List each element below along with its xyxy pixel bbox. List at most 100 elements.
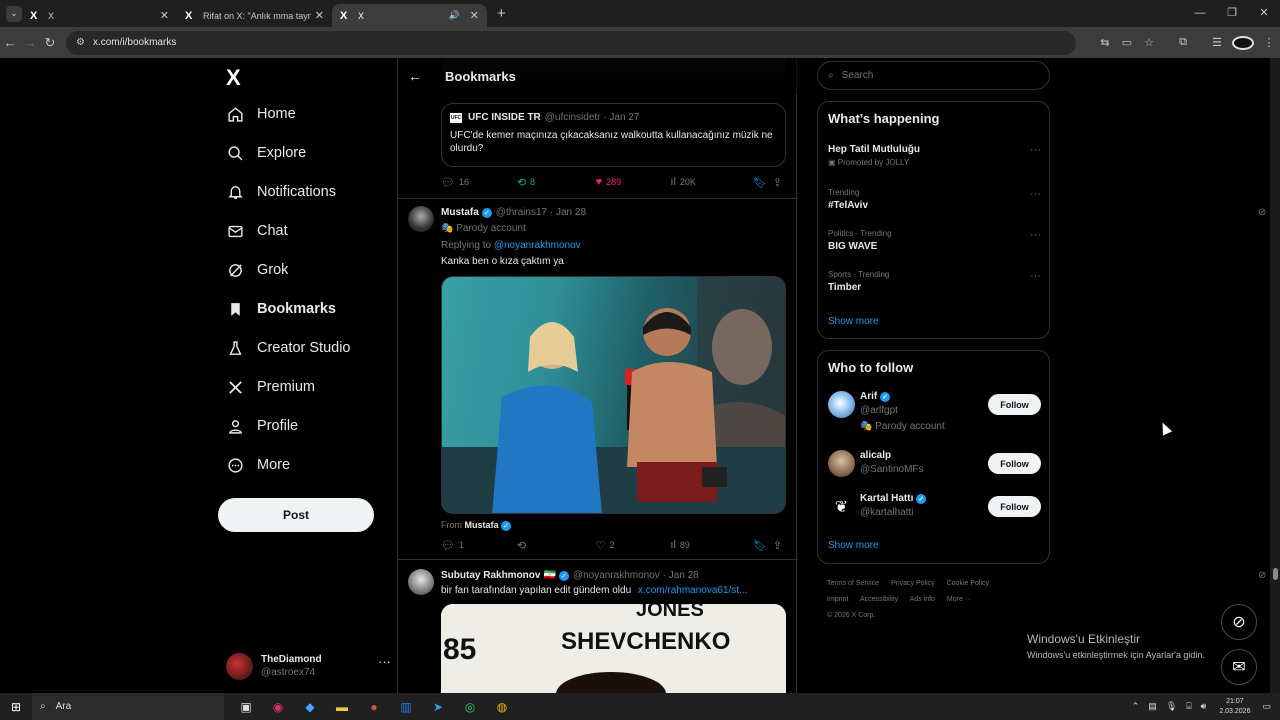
tweet-image[interactable]: JONES 85 SHEVCHENKO [441, 604, 786, 693]
nav-explore[interactable]: Explore [226, 144, 306, 162]
views-button[interactable]: ıl 89 [670, 539, 753, 551]
avatar[interactable] [408, 569, 434, 595]
close-tab-icon[interactable]: ✕ [160, 9, 169, 22]
like-button[interactable]: ♡ 2 [596, 539, 671, 552]
share-button[interactable]: ⇪ [773, 539, 786, 552]
bookmark-toggle[interactable]: 🔖︎ [753, 176, 773, 189]
nav-creator-studio[interactable]: Creator Studio [226, 339, 351, 357]
footer-link[interactable]: Accessibility [860, 596, 898, 603]
footer-link[interactable]: Ads info [910, 596, 935, 603]
search-input[interactable]: ⌕ Search [817, 61, 1050, 90]
show-more-link[interactable]: Show more [828, 540, 879, 551]
replying-to-link[interactable]: @noyanrakhmonov [494, 240, 581, 251]
close-window-icon[interactable]: ✕ [1248, 0, 1280, 27]
site-info-icon[interactable]: ⚙ [76, 37, 85, 48]
footer-link[interactable]: Imprint [827, 596, 848, 603]
tweet-author-name[interactable]: Subutay Rakhmonov [441, 570, 540, 581]
trend-item[interactable]: Trending #TelAviv ··· [828, 188, 1041, 211]
whatsapp-icon[interactable]: ◎ [454, 700, 486, 714]
new-tab-button[interactable]: + [497, 5, 506, 22]
repost-button[interactable]: ⟲ [517, 539, 596, 552]
tweet-date[interactable]: Jan 28 [669, 570, 699, 581]
minimize-icon[interactable]: — [1184, 0, 1216, 27]
footer-link[interactable]: Terms of Service [827, 580, 879, 587]
trend-item[interactable]: Sports · Trending Timber ··· [828, 270, 1041, 293]
trend-item[interactable]: Politics · Trending BIG WAVE ··· [828, 229, 1041, 252]
tweet-author-name[interactable]: Mustafa [441, 207, 479, 218]
follow-button[interactable]: Follow [988, 394, 1041, 415]
network-icon[interactable]: ⌸ [1186, 701, 1191, 712]
share-button[interactable]: ⇪ [773, 176, 786, 189]
views-button[interactable]: ıl 20K [670, 176, 753, 188]
chrome-icon[interactable]: ◍ [486, 700, 518, 714]
browser-tab-1[interactable]: X X ✕ [22, 4, 177, 27]
tweet-handle[interactable]: @noyanrakhmonov [573, 570, 660, 581]
quoted-tweet[interactable]: UFC UFC INSIDE TR @ufcinsidetr · Jan 27 … [441, 103, 786, 167]
translate-icon[interactable]: ⇆ [1094, 36, 1116, 50]
footer-link[interactable]: Privacy Policy [891, 580, 935, 587]
speaker-icon[interactable]: 🔊 [449, 10, 460, 21]
menu-icon[interactable]: ⋮ [1258, 36, 1280, 50]
reply-button[interactable]: 💬︎ 16 [441, 176, 517, 189]
tweet-link[interactable]: x.com/rahmanova61/st... [638, 585, 748, 596]
close-tab-icon[interactable]: ✕ [315, 9, 324, 22]
follow-suggestion[interactable]: ❦ Kartal Hattı ✓ @kartalhatti Follow [828, 493, 1041, 533]
app-icon[interactable]: ● [358, 700, 390, 714]
back-arrow-icon[interactable]: ← [408, 68, 424, 84]
nav-more[interactable]: More [226, 456, 290, 474]
nav-chat[interactable]: Chat [226, 222, 288, 240]
browser-tab-3[interactable]: X X 🔊 ✕ [332, 4, 487, 27]
star-icon[interactable]: ☆ [1138, 36, 1160, 50]
x-logo-icon[interactable]: X [226, 65, 241, 91]
volume-icon[interactable]: 🔊︎ [1201, 701, 1207, 712]
folder-icon[interactable]: ▬ [326, 700, 358, 714]
restore-icon[interactable]: ❐ [1216, 0, 1248, 27]
trend-item[interactable]: Hep Tatil Mutluluğu ▣ Promoted by JOLLY … [828, 144, 1041, 167]
nav-notifications[interactable]: Notifications [226, 183, 336, 201]
microphone-icon[interactable]: 🎙︎ [1166, 701, 1177, 712]
page-scrollbar[interactable] [1270, 58, 1280, 693]
follow-button[interactable]: Follow [988, 496, 1041, 517]
more-options-icon[interactable]: ··· [1030, 188, 1041, 200]
post-button[interactable]: Post [218, 498, 374, 532]
media-icon[interactable]: ☰ [1206, 36, 1228, 50]
tweet-image[interactable] [441, 276, 786, 514]
windows-start-icon[interactable]: ⊞ [0, 700, 32, 714]
forward-icon[interactable]: → [20, 35, 40, 50]
messages-fab-button[interactable]: ✉ [1221, 649, 1257, 685]
grok-icon[interactable]: ⊘ [1258, 570, 1266, 581]
back-icon[interactable]: ← [0, 35, 20, 50]
close-tab-icon[interactable]: ✕ [470, 9, 479, 22]
nav-premium[interactable]: Premium [226, 378, 315, 396]
bookmark-toggle[interactable]: 🔖︎ [753, 539, 773, 552]
extensions-icon[interactable]: ⧉ [1172, 36, 1194, 50]
reply-button[interactable]: 💬︎ 1 [441, 539, 517, 552]
follow-suggestion[interactable]: Arif ✓ @arlfgpt 🎭 Parody account Follow [828, 391, 1041, 432]
follow-button[interactable]: Follow [988, 453, 1041, 474]
footer-link[interactable]: More ··· [947, 596, 972, 603]
like-button[interactable]: ♥ 289 [596, 176, 671, 188]
grok-icon[interactable]: ⊘ [1258, 207, 1266, 218]
app-icon[interactable]: ◆ [294, 700, 326, 714]
grok-fab-button[interactable]: ⊘ [1221, 604, 1257, 640]
nav-bookmarks[interactable]: Bookmarks [226, 300, 336, 318]
follow-suggestion[interactable]: alicalp @SantinoMFs Follow [828, 450, 1041, 490]
reload-icon[interactable]: ↻ [40, 35, 60, 51]
chevron-up-icon[interactable]: ⌃ [1132, 701, 1140, 712]
account-switcher[interactable]: TheDiamond @astroex74 ··· [226, 648, 391, 684]
account-more-icon[interactable]: ··· [378, 654, 391, 669]
footer-link[interactable]: Cookie Policy [947, 580, 989, 587]
clock[interactable]: 21:07 2.03.2026 [1219, 697, 1250, 717]
browser-tab-2[interactable]: X Rifat on X: "Anlık mma taymı hi... ✕ [177, 4, 332, 27]
task-view-icon[interactable]: ▣ [230, 700, 262, 714]
cast-icon[interactable]: ▭ [1116, 36, 1138, 50]
tweet-handle[interactable]: @thrains17 [496, 207, 547, 218]
instagram-icon[interactable]: ◉ [262, 700, 294, 714]
tab-search-button[interactable]: ⌄ [6, 5, 22, 22]
repost-button[interactable]: ⟲ 8 [517, 176, 596, 189]
show-more-link[interactable]: Show more [828, 316, 879, 327]
more-options-icon[interactable]: ··· [1030, 144, 1041, 156]
nav-home[interactable]: Home [226, 105, 296, 123]
from-name[interactable]: Mustafa [465, 520, 499, 530]
tray-app-icon[interactable]: ▤ [1148, 701, 1157, 712]
